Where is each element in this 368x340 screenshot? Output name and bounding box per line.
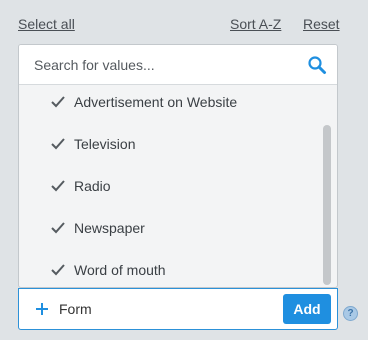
add-value-input[interactable] bbox=[59, 289, 279, 329]
checkmark-icon bbox=[50, 221, 66, 235]
toolbar: Select all Sort A-Z Reset bbox=[18, 14, 340, 36]
help-icon[interactable]: ? bbox=[343, 306, 358, 321]
reset-link[interactable]: Reset bbox=[303, 16, 340, 32]
list-item[interactable]: Word of mouth bbox=[19, 249, 321, 287]
list-item-label: Television bbox=[74, 136, 136, 152]
list-item[interactable]: Advertisement on Website bbox=[19, 85, 321, 123]
search-input[interactable] bbox=[19, 45, 299, 84]
plus-icon bbox=[35, 302, 49, 316]
list-item[interactable]: Newspaper bbox=[19, 207, 321, 249]
list-item-label: Word of mouth bbox=[74, 262, 166, 278]
list-item[interactable]: Television bbox=[19, 123, 321, 165]
select-all-link[interactable]: Select all bbox=[18, 16, 75, 32]
list-item[interactable]: Radio bbox=[19, 165, 321, 207]
scrollbar-thumb[interactable] bbox=[323, 125, 331, 285]
list-item-label: Advertisement on Website bbox=[74, 94, 238, 110]
sort-az-link[interactable]: Sort A-Z bbox=[230, 16, 281, 32]
list-scrollbar[interactable] bbox=[321, 85, 333, 287]
list-item-label: Newspaper bbox=[74, 220, 145, 236]
list-item-label: Radio bbox=[74, 178, 111, 194]
value-filter-widget: Select all Sort A-Z Reset Advertisement … bbox=[0, 0, 368, 340]
add-value-bar: Add bbox=[18, 288, 338, 330]
values-list: Advertisement on Website Television Radi… bbox=[19, 85, 321, 287]
add-button[interactable]: Add bbox=[283, 294, 331, 324]
checkmark-icon bbox=[50, 95, 66, 109]
search-bar bbox=[19, 45, 337, 85]
checkmark-icon bbox=[50, 263, 66, 277]
checkmark-icon bbox=[50, 137, 66, 151]
search-icon[interactable] bbox=[307, 55, 327, 75]
checkmark-icon bbox=[50, 179, 66, 193]
values-panel: Advertisement on Website Television Radi… bbox=[18, 44, 338, 288]
